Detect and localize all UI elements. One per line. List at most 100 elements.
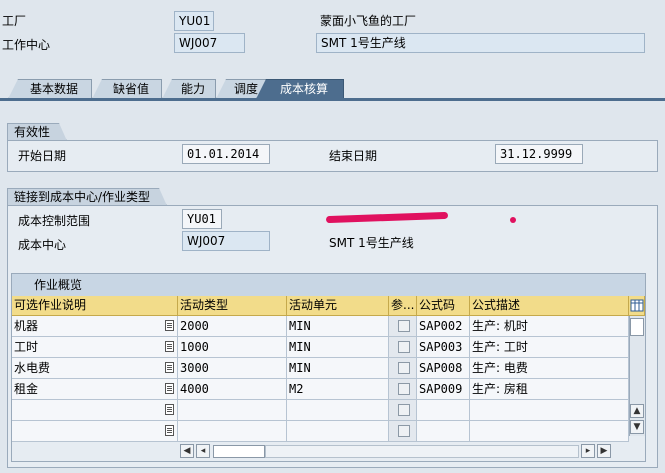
activity-type-cell[interactable] [178,400,287,421]
redaction-dot [510,217,516,223]
controlling-area-field[interactable]: YU01 [182,209,222,229]
start-date-label: 开始日期 [18,149,67,163]
activity-desc-cell[interactable] [12,421,178,442]
reference-checkbox-cell [389,400,417,421]
f4-help-icon[interactable] [165,362,174,373]
vertical-scrollbar[interactable]: ▲ ▼ [629,316,645,436]
validity-group: 开始日期 01.01.2014 结束日期 31.12.9999 [7,140,658,172]
f4-help-icon[interactable] [165,341,174,352]
hscroll-track[interactable] [265,445,579,458]
scroll-up-icon[interactable]: ▲ [630,404,644,418]
formula-desc-cell: 生产: 工时 [470,337,629,358]
activity-unit-cell[interactable] [287,421,389,442]
reference-checkbox[interactable] [398,341,410,353]
activity-desc-cell[interactable] [12,400,178,421]
activity-type-cell[interactable]: 4000 [178,379,287,400]
scroll-right-icon[interactable]: ▸ [581,444,595,458]
activity-unit-cell[interactable] [287,400,389,421]
workcenter-field[interactable]: WJ007 [174,33,245,53]
workcenter-description: SMT 1号生产线 [316,33,645,53]
tab-costing[interactable]: 成本核算 [256,79,344,99]
tab-underline [0,98,665,101]
formula-key-cell[interactable]: SAP003 [417,337,470,358]
formula-desc-cell [470,421,629,442]
formula-desc-cell: 生产: 电费 [470,358,629,379]
formula-key-cell[interactable]: SAP008 [417,358,470,379]
f4-help-icon[interactable] [165,425,174,436]
reference-checkbox[interactable] [398,362,410,374]
end-date-label: 结束日期 [329,149,378,163]
formula-desc-cell: 生产: 房租 [470,379,629,400]
validity-group-title: 有效性 [7,123,67,141]
reference-checkbox-cell [389,421,417,442]
col-formula-desc[interactable]: 公式描述 [470,296,629,316]
activity-type-cell[interactable]: 1000 [178,337,287,358]
activity-type-cell[interactable] [178,421,287,442]
cost-center-label: 成本中心 [18,238,67,252]
activity-desc-cell[interactable]: 租金 [12,379,178,400]
col-formula-key[interactable]: 公式码 [417,296,470,316]
plant-description: 蒙面小飞鱼的工厂 [320,14,417,28]
cost-center-description: SMT 1号生产线 [329,236,414,250]
plant-label: 工厂 [2,14,27,28]
f4-help-icon[interactable] [165,404,174,415]
table-settings-icon[interactable] [629,296,645,316]
tab-basic-data[interactable]: 基本数据 [8,79,92,99]
formula-key-cell[interactable] [417,421,470,442]
formula-key-cell[interactable]: SAP002 [417,316,470,337]
reference-checkbox[interactable] [398,425,410,437]
tab-defaults[interactable]: 缺省值 [92,79,162,99]
table-row[interactable]: 工时 1000 MIN SAP003 生产: 工时 [12,337,629,358]
col-activity-unit[interactable]: 活动单元 [287,296,389,316]
redaction-mark [325,211,449,224]
activity-unit-cell[interactable]: MIN [287,358,389,379]
cost-center-field[interactable]: WJ007 [182,231,270,251]
activity-overview-title: 作业概览 [12,274,645,296]
table-row[interactable]: 水电费 3000 MIN SAP008 生产: 电费 [12,358,629,379]
reference-checkbox[interactable] [398,320,410,332]
workcenter-label: 工作中心 [2,38,51,52]
scroll-last-icon[interactable]: ▶ [597,444,611,458]
col-reference[interactable]: 参... [389,296,417,316]
scroll-down-icon[interactable]: ▼ [630,420,644,434]
start-date-field[interactable]: 01.01.2014 [182,144,270,164]
f4-help-icon[interactable] [165,383,174,394]
reference-checkbox-cell [389,316,417,337]
table-header: 可选作业说明 活动类型 活动单元 参... 公式码 公式描述 [12,296,645,316]
activity-type-cell[interactable]: 3000 [178,358,287,379]
formula-key-cell[interactable] [417,400,470,421]
table-row[interactable]: 租金 4000 M2 SAP009 生产: 房租 [12,379,629,400]
f4-help-icon[interactable] [165,320,174,331]
tab-strip: 基本数据 缺省值 能力 调度 成本核算 [0,79,665,99]
reference-checkbox[interactable] [398,383,410,395]
scroll-first-icon[interactable]: ◀ [180,444,194,458]
scroll-left-icon[interactable]: ◂ [196,444,210,458]
activity-type-cell[interactable]: 2000 [178,316,287,337]
scroll-thumb[interactable] [630,318,644,336]
activity-desc-cell[interactable]: 工时 [12,337,178,358]
col-activity-desc[interactable]: 可选作业说明 [12,296,178,316]
end-date-field[interactable]: 31.12.9999 [495,144,583,164]
tab-capacity[interactable]: 能力 [162,79,216,99]
controlling-area-label: 成本控制范围 [18,214,91,228]
reference-checkbox-cell [389,358,417,379]
activity-unit-cell[interactable]: MIN [287,316,389,337]
hscroll-thumb[interactable] [213,445,265,458]
activity-unit-cell[interactable]: M2 [287,379,389,400]
formula-desc-cell [470,400,629,421]
formula-key-cell[interactable]: SAP009 [417,379,470,400]
horizontal-scrollbar[interactable]: ◀ ◂ ▸ ▶ [12,442,645,461]
activity-overview-table: 作业概览 可选作业说明 活动类型 活动单元 参... 公式码 公式描述 机器 2… [11,273,646,462]
activity-desc-cell[interactable]: 水电费 [12,358,178,379]
table-row[interactable]: 机器 2000 MIN SAP002 生产: 机时 [12,316,629,337]
table-row[interactable] [12,400,629,421]
reference-checkbox[interactable] [398,404,410,416]
reference-checkbox-cell [389,337,417,358]
plant-field[interactable]: YU01 [174,11,214,31]
activity-unit-cell[interactable]: MIN [287,337,389,358]
link-group-title: 链接到成本中心/作业类型 [7,188,167,206]
col-activity-type[interactable]: 活动类型 [178,296,287,316]
formula-desc-cell: 生产: 机时 [470,316,629,337]
table-row[interactable] [12,421,629,442]
activity-desc-cell[interactable]: 机器 [12,316,178,337]
